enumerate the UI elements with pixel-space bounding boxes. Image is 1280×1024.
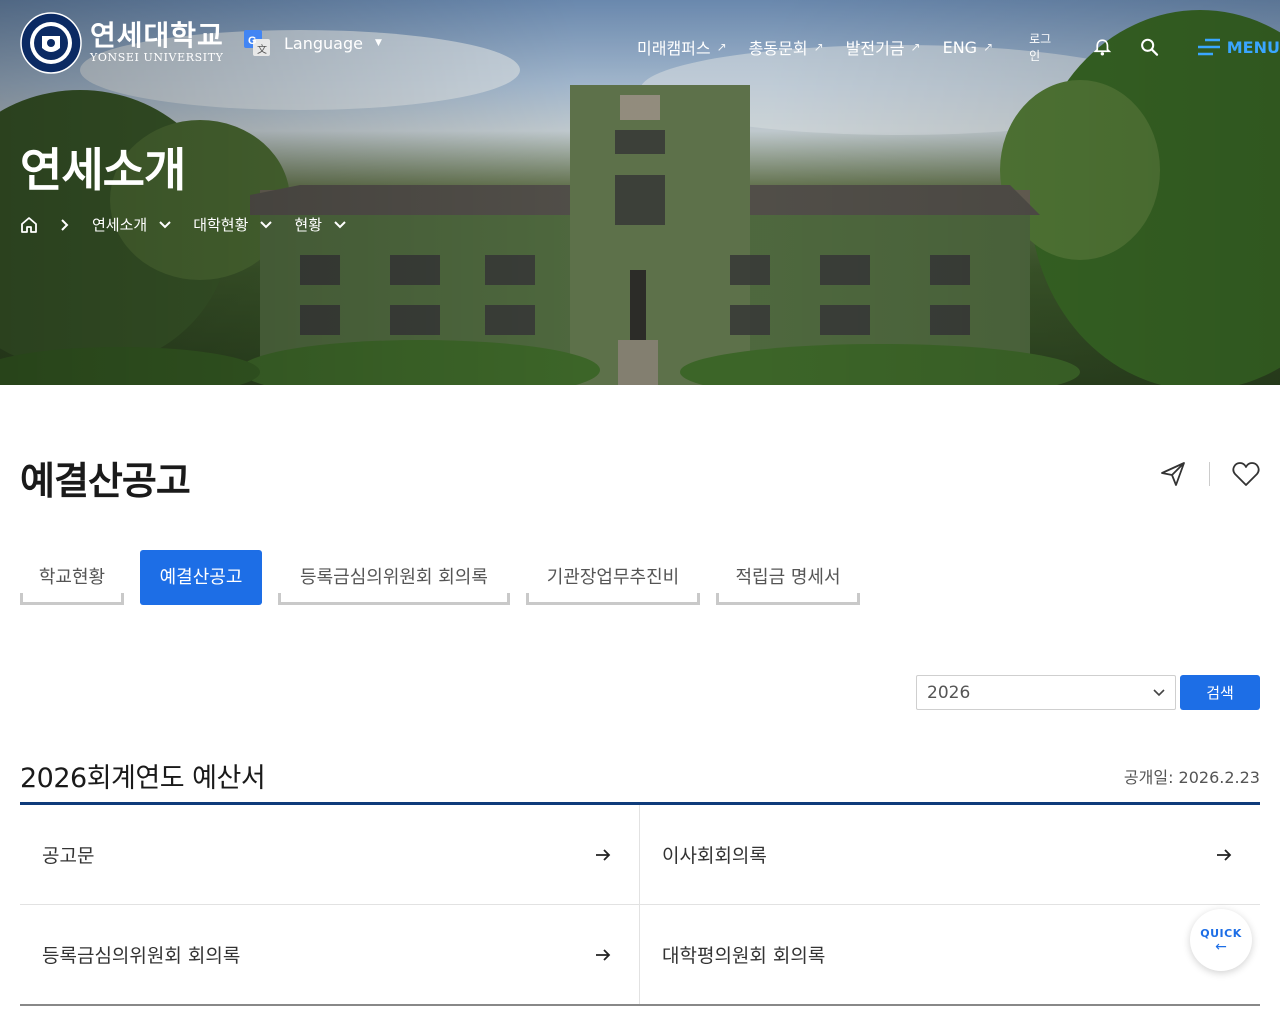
document-link-tuition-minutes[interactable]: 등록금심의위원회 회의록 bbox=[20, 905, 640, 1004]
link-label: 발전기금 bbox=[845, 39, 905, 58]
menu-button[interactable]: MENU bbox=[1197, 37, 1280, 57]
heart-icon[interactable] bbox=[1232, 461, 1260, 487]
chevron-down-icon bbox=[159, 220, 171, 228]
quick-menu-button[interactable]: QUICK ← bbox=[1190, 909, 1252, 971]
link-label: ENG bbox=[942, 37, 978, 57]
global-links: 미래캠퍼스 ↗ 총동문회 ↗ 발전기금 ↗ ENG ↗ 로그인 MENU bbox=[637, 30, 1280, 64]
link-label: 총동문회 bbox=[748, 39, 808, 58]
external-link-icon: ↗ bbox=[716, 40, 727, 54]
chevron-down-icon bbox=[260, 220, 273, 228]
document-link-senate-minutes[interactable]: 대학평의원회 회의록 bbox=[640, 905, 1260, 1004]
arrow-left-icon: ← bbox=[1215, 938, 1227, 955]
link-label: 미래캠퍼스 bbox=[637, 39, 711, 58]
tab-label: 학교현황 bbox=[38, 567, 106, 588]
tab-budget-notice[interactable]: 예결산공고 bbox=[140, 550, 262, 605]
breadcrumb-label: 대학현황 bbox=[193, 216, 249, 234]
tab-reserve-fund[interactable]: 적립금 명세서 bbox=[716, 550, 860, 605]
document-link-label: 대학평의원회 회의록 bbox=[662, 945, 826, 967]
tab-school-status[interactable]: 학교현황 bbox=[20, 550, 124, 605]
menu-label: MENU bbox=[1226, 37, 1280, 57]
tab-tuition-committee[interactable]: 등록금심의위원회 회의록 bbox=[278, 550, 510, 605]
external-link-icon: ↗ bbox=[910, 40, 921, 54]
hero-heading: 연세소개 bbox=[20, 140, 186, 200]
breadcrumb-item-current[interactable]: 현황 bbox=[294, 214, 346, 235]
breadcrumb: 연세소개 대학현황 현황 bbox=[20, 214, 368, 235]
tab-label: 적립금 명세서 bbox=[735, 567, 841, 588]
share-icon[interactable] bbox=[1159, 460, 1187, 488]
chevron-right-icon bbox=[60, 218, 70, 231]
published-date: 공개일: 2026.2.23 bbox=[1123, 767, 1260, 787]
tab-label: 등록금심의위원회 회의록 bbox=[300, 567, 488, 588]
arrow-right-icon bbox=[1217, 848, 1232, 861]
chevron-down-icon bbox=[334, 220, 346, 228]
document-list: 공고문 이사회회의록 등록금심의위원회 회의록 대학평의원회 회의록 bbox=[20, 805, 1260, 1006]
breadcrumb-label: 현황 bbox=[294, 216, 323, 234]
page-tools bbox=[1159, 460, 1260, 488]
document-link-label: 이사회회의록 bbox=[662, 845, 767, 867]
document-title: 2026회계연도 예산서 bbox=[20, 763, 266, 794]
university-seal-icon bbox=[20, 12, 82, 74]
svg-text:G: G bbox=[248, 35, 257, 47]
svg-text:文: 文 bbox=[257, 43, 267, 56]
home-icon bbox=[21, 216, 37, 233]
language-selector[interactable]: G 文 Language ▼ bbox=[244, 30, 382, 56]
logo-name-english: YONSEI UNIVERSITY bbox=[90, 51, 224, 64]
tab-executive-expenses[interactable]: 기관장업무추진비 bbox=[526, 550, 700, 605]
document-link-board-minutes[interactable]: 이사회회의록 bbox=[640, 805, 1260, 904]
year-select[interactable]: 2026 bbox=[916, 675, 1176, 710]
document-header: 2026회계연도 예산서 공개일: 2026.2.23 bbox=[20, 748, 1260, 803]
search-button[interactable]: 검색 bbox=[1180, 675, 1260, 710]
external-link-icon: ↗ bbox=[813, 40, 824, 54]
breadcrumb-home[interactable] bbox=[20, 216, 38, 234]
logo-name-korean: 연세대학교 bbox=[90, 19, 224, 52]
tab-label: 기관장업무추진비 bbox=[546, 567, 680, 588]
hamburger-icon bbox=[1197, 38, 1220, 56]
document-link-notice[interactable]: 공고문 bbox=[20, 805, 640, 904]
link-development-fund[interactable]: 발전기금 ↗ bbox=[846, 35, 921, 59]
link-future-campus[interactable]: 미래캠퍼스 ↗ bbox=[637, 35, 727, 59]
link-alumni[interactable]: 총동문회 ↗ bbox=[749, 35, 824, 59]
bell-icon[interactable] bbox=[1093, 36, 1112, 58]
year-filter: 2026 검색 bbox=[916, 675, 1260, 710]
tab-label: 예결산공고 bbox=[159, 567, 243, 588]
sub-tabs: 학교현황 예결산공고 등록금심의위원회 회의록 기관장업무추진비 적립금 명세서 bbox=[20, 550, 876, 605]
search-icon[interactable] bbox=[1140, 36, 1159, 58]
top-navigation: 연세대학교 YONSEI UNIVERSITY G 文 Language ▼ 미… bbox=[0, 0, 1280, 86]
page-title: 예결산공고 bbox=[20, 459, 191, 503]
breadcrumb-item-about[interactable]: 연세소개 bbox=[92, 214, 171, 235]
external-link-icon: ↗ bbox=[983, 40, 994, 54]
caret-down-icon: ▼ bbox=[374, 38, 382, 48]
document-link-label: 공고문 bbox=[42, 845, 95, 867]
arrow-right-icon bbox=[596, 948, 611, 961]
language-label: Language bbox=[284, 33, 363, 53]
quick-label: QUICK bbox=[1200, 926, 1242, 940]
chevron-down-icon bbox=[1153, 688, 1165, 696]
site-logo[interactable]: 연세대학교 YONSEI UNIVERSITY bbox=[20, 12, 224, 74]
page-category-title: 연세소개 bbox=[20, 143, 186, 197]
divider bbox=[1209, 462, 1210, 486]
breadcrumb-item-status[interactable]: 대학현황 bbox=[193, 214, 273, 235]
login-link[interactable]: 로그인 bbox=[1029, 30, 1057, 64]
google-translate-icon: G 文 bbox=[244, 30, 270, 56]
arrow-right-icon bbox=[596, 848, 611, 861]
breadcrumb-label: 연세소개 bbox=[92, 216, 148, 234]
year-select-value: 2026 bbox=[927, 682, 971, 703]
link-english[interactable]: ENG ↗ bbox=[943, 38, 994, 57]
document-link-label: 등록금심의위원회 회의록 bbox=[42, 945, 241, 967]
